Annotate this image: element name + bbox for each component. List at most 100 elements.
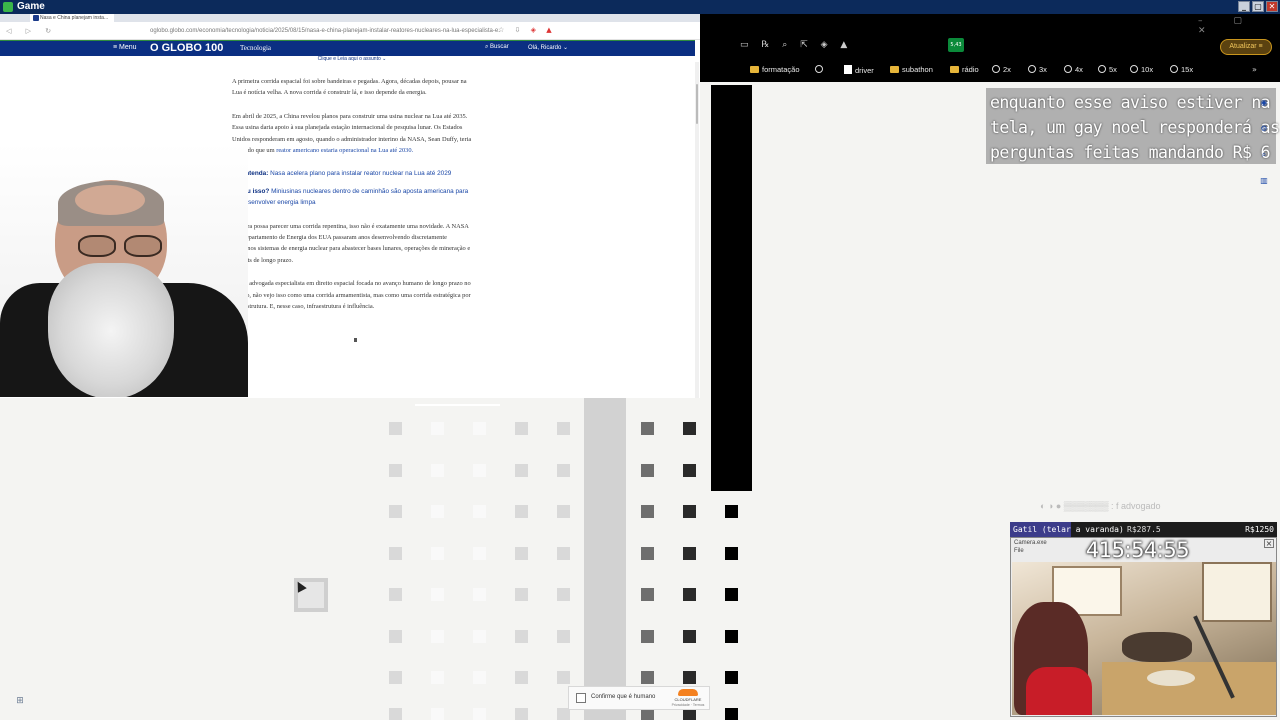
- grid-square: [389, 546, 402, 560]
- grid-square: [641, 546, 654, 560]
- grid-square: [725, 629, 738, 643]
- grid-square: [683, 588, 696, 601]
- bookmark-item[interactable]: 4x: [1064, 65, 1083, 74]
- black-divider: [711, 85, 752, 491]
- grid-square: [389, 505, 402, 518]
- zoom-icon[interactable]: ⌕: [1258, 142, 1270, 168]
- grid-square: [515, 708, 528, 720]
- bookmark-item[interactable]: 10x: [1130, 65, 1153, 74]
- bookmark-label: 10x: [1141, 65, 1154, 74]
- right-sidebar-icons[interactable]: ◉ ⚙ ⌕ ▥: [1258, 90, 1270, 194]
- article-paragraph: Em abril de 2025, a China revelou planos…: [232, 111, 472, 157]
- bookmark-item[interactable]: 2x: [992, 65, 1011, 74]
- site-section-link[interactable]: Tecnologia: [240, 44, 271, 52]
- windows-start-icon[interactable]: ⊞: [14, 695, 26, 707]
- related-link[interactable]: Entenda: Nasa acelera plano para instala…: [232, 168, 472, 179]
- cam-window-light: [1202, 562, 1272, 622]
- grid-square: [473, 629, 486, 643]
- bookmark-item[interactable]: formatação: [750, 65, 800, 74]
- grid-square: [431, 588, 444, 601]
- grid-square: [683, 671, 696, 684]
- grid-square: [473, 588, 486, 601]
- extension-badge[interactable]: 5,43: [948, 38, 964, 52]
- os-window-title: Game: [17, 1, 45, 12]
- read-more-link[interactable]: Clique e Leia aqui o assunto ⌄: [232, 56, 472, 62]
- donation-goal-current: R$287.5: [1127, 525, 1161, 534]
- update-button[interactable]: Atualizar ≡: [1220, 39, 1272, 55]
- bookmark-label: 4x: [1075, 65, 1083, 74]
- cloudflare-brand: CLOUDFLARE: [674, 697, 702, 702]
- site-search-button[interactable]: ⌕ Buscar: [485, 44, 509, 51]
- bookmarks-overflow-icon[interactable]: »: [1252, 65, 1257, 74]
- bookmark-item[interactable]: rádio: [950, 65, 979, 74]
- grid-square: [431, 629, 444, 643]
- gear-icon[interactable]: ⚙: [1258, 116, 1270, 142]
- nav-arrows-icon[interactable]: ◁ ▷ ↻: [6, 27, 57, 35]
- close-button[interactable]: ✕: [1266, 1, 1278, 12]
- cloudflare-links[interactable]: Privacidade · Termos: [672, 703, 705, 707]
- human-verify-checkbox[interactable]: [576, 693, 586, 703]
- maximize-button[interactable]: ▢: [1252, 1, 1264, 12]
- grid-square: [515, 671, 528, 684]
- grid-square: [389, 422, 402, 435]
- bookmark-label: 3x: [1039, 65, 1047, 74]
- grid-square: [725, 708, 738, 720]
- address-actions[interactable]: ☆ ⇩ ◈ ▲: [498, 26, 556, 34]
- camera-window-menu[interactable]: File: [1014, 548, 1024, 554]
- grid-square: [683, 546, 696, 560]
- bookmarks-bar: formatação driver subathon rádio 2x 3x 4x 5x 10x…: [700, 60, 1280, 82]
- page-scrollbar-thumb[interactable]: [696, 84, 698, 124]
- grid-square: [515, 422, 528, 435]
- bookmark-label: 5x: [1109, 65, 1117, 74]
- globe-icon: [992, 65, 1000, 73]
- tab-news-article[interactable]: Nasa e China planejam insta...: [30, 14, 114, 22]
- cam-person-shirt: [1026, 667, 1092, 715]
- os-window-controls: _ ▢ ✕: [1238, 1, 1278, 12]
- url-input[interactable]: oglobo.globo.com/economia/tecnologia/not…: [150, 26, 500, 37]
- grid-square: [683, 505, 696, 518]
- bookmark-item[interactable]: 15x: [1170, 65, 1193, 74]
- close-icon[interactable]: ×: [1264, 539, 1274, 548]
- related-link-text[interactable]: Miniusinas nucleares dentro de caminhão …: [241, 188, 468, 206]
- article-inline-link[interactable]: reator americano estaria operacional na …: [276, 147, 413, 154]
- grid-square: [431, 546, 444, 560]
- human-verify-label: Confirme que é humano: [591, 694, 656, 700]
- cam-plate: [1147, 670, 1195, 686]
- bookmark-item[interactable]: 5x: [1098, 65, 1117, 74]
- chart-icon[interactable]: ▥: [1258, 168, 1270, 194]
- site-header: ≡ Menu O GLOBO 100 Tecnologia ⌕ Buscar O…: [0, 40, 695, 56]
- bookmark-label: driver: [855, 66, 874, 75]
- grid-square: [725, 671, 738, 684]
- grey-column: [584, 398, 626, 720]
- bookmark-item[interactable]: 3x: [1028, 65, 1047, 74]
- site-logo[interactable]: O GLOBO 100: [150, 42, 223, 54]
- site-menu-button[interactable]: ≡ Menu: [113, 44, 137, 51]
- globo-favicon-icon: [33, 15, 39, 21]
- grid-square: [641, 671, 654, 684]
- right-toolbar-icons[interactable]: ▭ ℞ ⌕ ⇱ ◈ ▲: [740, 40, 852, 50]
- globe-icon: [815, 65, 823, 73]
- related-links-list: Entenda: Nasa acelera plano para instala…: [232, 168, 472, 208]
- bookmark-item[interactable]: [815, 65, 826, 74]
- rewards-icon[interactable]: ▲: [546, 26, 555, 34]
- grid-square: [473, 505, 486, 518]
- right-window-controls[interactable]: – ▢ ✕: [1198, 16, 1280, 36]
- room-camera-feed: [1012, 562, 1276, 715]
- folder-icon: [950, 66, 959, 73]
- grid-square: [515, 629, 528, 643]
- related-link[interactable]: Viu isso? Miniusinas nucleares dentro de…: [232, 186, 472, 209]
- brave-shield-icon[interactable]: ◈: [531, 26, 540, 34]
- grid-square: [683, 422, 696, 435]
- cam-pet: [1122, 632, 1192, 662]
- webcam-glasses: [78, 235, 168, 259]
- site-user-menu[interactable]: Olá, Ricardo ⌄: [528, 44, 568, 51]
- grid-square: [473, 671, 486, 684]
- grid-square: [473, 463, 486, 477]
- cloudflare-logo: CLOUDFLARE Privacidade · Termos: [669, 689, 707, 708]
- bookmark-item[interactable]: subathon: [890, 65, 933, 74]
- bookmark-item[interactable]: driver: [844, 65, 874, 75]
- minimize-button[interactable]: _: [1238, 1, 1250, 12]
- related-link-text[interactable]: Nasa acelera plano para instalar reator …: [270, 170, 451, 177]
- profile-icon[interactable]: ◉: [1258, 90, 1270, 116]
- donation-goal-bar: Gatil (telar a varanda) R$287.5 R$1250: [1010, 522, 1277, 537]
